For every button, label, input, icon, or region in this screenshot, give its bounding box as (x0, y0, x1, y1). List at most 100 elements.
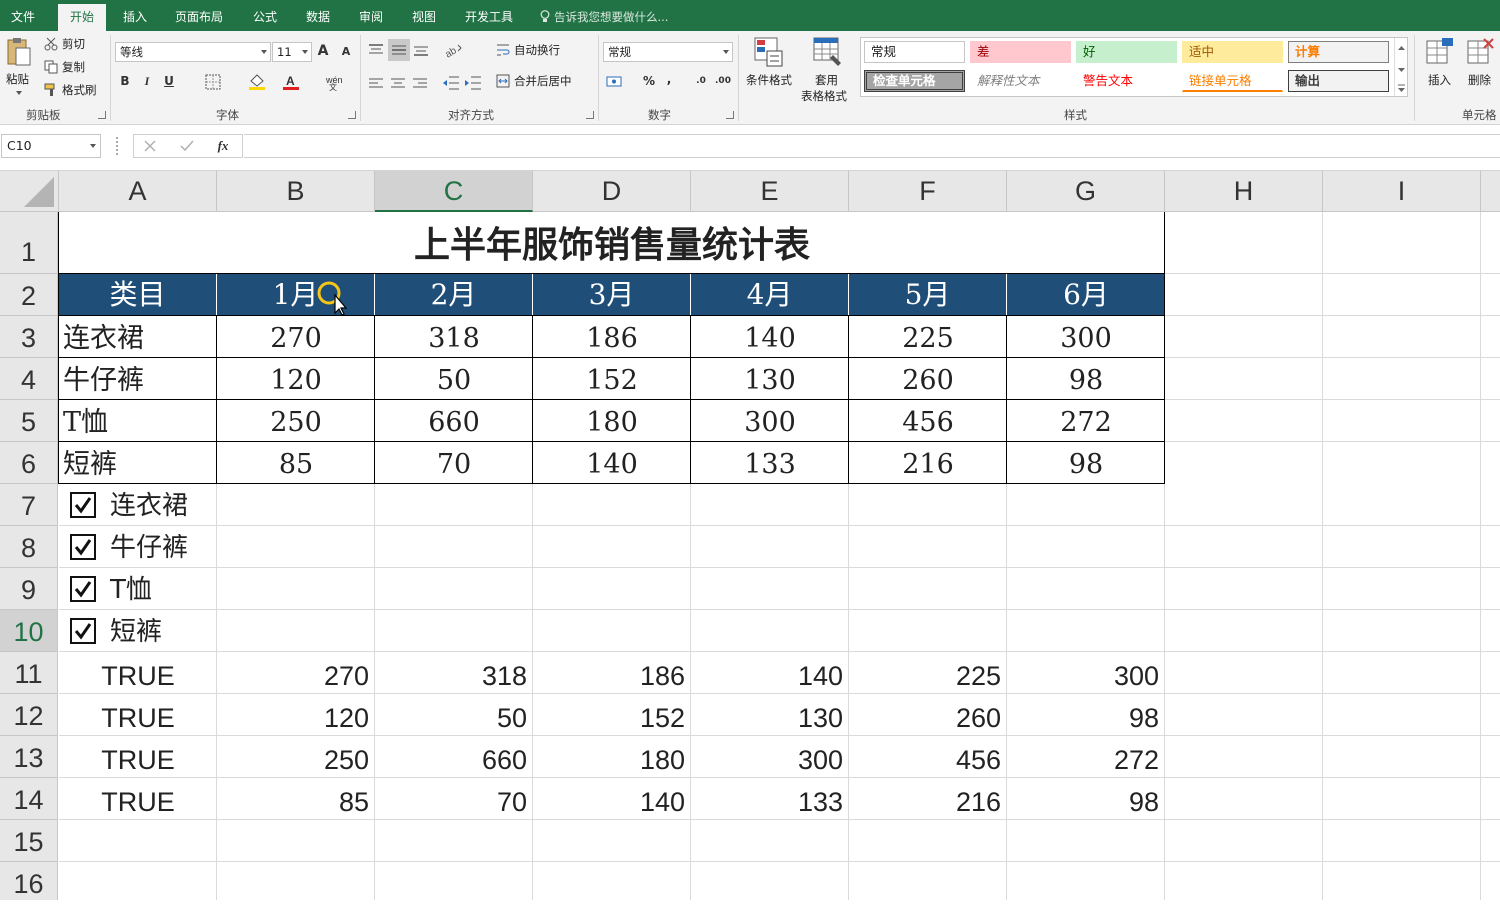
linked-cell[interactable]: 140 (691, 652, 849, 694)
style-calculation[interactable]: 计算 (1288, 41, 1389, 63)
data-cell[interactable]: 318 (375, 316, 533, 358)
conditional-format-button[interactable]: 条件格式 (742, 35, 796, 101)
linked-cell[interactable]: 98 (1007, 694, 1165, 736)
row-header-5[interactable]: 5 (0, 400, 58, 442)
row-header-1[interactable]: 1 (0, 212, 58, 274)
border-icon[interactable] (205, 74, 221, 90)
column-header-d[interactable]: D (533, 171, 691, 212)
linked-cell[interactable]: TRUE (59, 652, 217, 694)
paste-button[interactable]: 粘贴 (4, 37, 34, 103)
row-header-7[interactable]: 7 (0, 484, 58, 526)
accounting-format-icon[interactable] (606, 74, 626, 90)
linked-cell[interactable]: TRUE (59, 736, 217, 778)
linked-cell[interactable]: 216 (849, 778, 1007, 820)
row-header-10[interactable]: 10 (0, 610, 58, 652)
header-cell-jun[interactable]: 6月 (1007, 274, 1165, 316)
font-name-select[interactable]: 等线 (115, 42, 271, 62)
row-header-6[interactable]: 6 (0, 442, 58, 484)
format-as-table-button[interactable]: 套用 表格格式 (797, 35, 859, 103)
checkbox-item[interactable]: T恤 (68, 574, 213, 606)
data-cell[interactable]: 272 (1007, 400, 1165, 442)
linked-cell[interactable]: 120 (217, 694, 375, 736)
linked-cell[interactable]: 300 (1007, 652, 1165, 694)
linked-cell[interactable]: 660 (375, 736, 533, 778)
linked-cell[interactable]: 186 (533, 652, 691, 694)
delete-cells-button[interactable]: 删除 (1462, 35, 1500, 101)
align-right-icon[interactable] (412, 77, 428, 91)
style-explanatory[interactable]: 解释性文本 (970, 70, 1071, 92)
header-cell-apr[interactable]: 4月 (691, 274, 849, 316)
row-header-3[interactable]: 3 (0, 316, 58, 358)
comma-style-icon[interactable]: , (664, 72, 674, 86)
data-cell[interactable]: 456 (849, 400, 1007, 442)
linked-cell[interactable]: 318 (375, 652, 533, 694)
alignment-launcher-icon[interactable] (586, 111, 594, 119)
column-header-e[interactable]: E (691, 171, 849, 212)
data-cell[interactable]: 牛仔裤 (63, 358, 213, 400)
format-painter-button[interactable]: 格式刷 (44, 82, 104, 100)
column-header-h[interactable]: H (1165, 171, 1323, 212)
linked-cell[interactable]: 152 (533, 694, 691, 736)
header-cell-mar[interactable]: 3月 (533, 274, 691, 316)
header-cell-may[interactable]: 5月 (849, 274, 1007, 316)
row-header-16[interactable]: 16 (0, 862, 58, 900)
linked-cell[interactable]: 50 (375, 694, 533, 736)
data-cell[interactable]: 660 (375, 400, 533, 442)
shrink-font-icon[interactable]: A (340, 45, 352, 58)
linked-cell[interactable]: 260 (849, 694, 1007, 736)
tab-review[interactable]: 审阅 (348, 6, 394, 31)
font-launcher-icon[interactable] (348, 111, 356, 119)
style-neutral[interactable]: 适中 (1182, 41, 1283, 63)
decrease-decimal-icon[interactable]: .00 (714, 76, 732, 86)
linked-cell[interactable]: 98 (1007, 778, 1165, 820)
style-normal[interactable]: 常规 (864, 41, 965, 63)
header-cell-jan[interactable]: 1月 (217, 274, 375, 316)
data-cell[interactable]: 连衣裙 (63, 316, 213, 358)
data-cell[interactable]: 50 (375, 358, 533, 400)
column-header-c[interactable]: C (375, 171, 533, 212)
data-cell[interactable]: 140 (691, 316, 849, 358)
data-cell[interactable]: 152 (533, 358, 691, 400)
data-cell[interactable]: 70 (375, 442, 533, 484)
insert-cells-button[interactable]: 插入 (1420, 35, 1460, 101)
align-left-icon[interactable] (368, 77, 384, 91)
data-cell[interactable]: 98 (1007, 442, 1165, 484)
tab-developer[interactable]: 开发工具 (458, 6, 520, 31)
tab-data[interactable]: 数据 (295, 6, 341, 31)
sheet-title[interactable]: 上半年服饰销售量统计表 (59, 212, 1165, 274)
linked-cell[interactable]: TRUE (59, 694, 217, 736)
enter-icon[interactable] (180, 140, 194, 152)
row-header-4[interactable]: 4 (0, 358, 58, 400)
data-cell[interactable]: 260 (849, 358, 1007, 400)
column-header-i[interactable]: I (1323, 171, 1481, 212)
column-header-f[interactable]: F (849, 171, 1007, 212)
data-cell[interactable]: 133 (691, 442, 849, 484)
data-cell[interactable]: 130 (691, 358, 849, 400)
row-header-8[interactable]: 8 (0, 526, 58, 568)
row-header-9[interactable]: 9 (0, 568, 58, 610)
style-output[interactable]: 输出 (1288, 70, 1389, 92)
gallery-scroll[interactable] (1394, 38, 1407, 96)
linked-cell[interactable]: 133 (691, 778, 849, 820)
merge-center-button[interactable]: 合并后居中 (496, 73, 592, 91)
checkbox-item[interactable]: 牛仔裤 (68, 532, 213, 564)
style-warning[interactable]: 警告文本 (1076, 70, 1177, 92)
data-cell[interactable]: 140 (533, 442, 691, 484)
data-cell[interactable]: 186 (533, 316, 691, 358)
checkbox-item[interactable]: 短裤 (68, 616, 213, 648)
orientation-icon[interactable]: ab (443, 42, 463, 58)
select-all-corner[interactable] (0, 171, 59, 212)
row-header-15[interactable]: 15 (0, 820, 58, 862)
data-cell[interactable]: 180 (533, 400, 691, 442)
font-size-select[interactable]: 11 (272, 42, 312, 62)
column-header-a[interactable]: A (59, 171, 217, 212)
linked-cell[interactable]: 85 (217, 778, 375, 820)
number-launcher-icon[interactable] (726, 111, 734, 119)
row-header-13[interactable]: 13 (0, 736, 58, 778)
linked-cell[interactable]: 456 (849, 736, 1007, 778)
data-cell[interactable]: 300 (1007, 316, 1165, 358)
style-good[interactable]: 好 (1076, 41, 1177, 63)
tab-page-layout[interactable]: 页面布局 (166, 6, 232, 31)
data-cell[interactable]: T恤 (63, 400, 213, 442)
linked-cell[interactable]: 270 (217, 652, 375, 694)
